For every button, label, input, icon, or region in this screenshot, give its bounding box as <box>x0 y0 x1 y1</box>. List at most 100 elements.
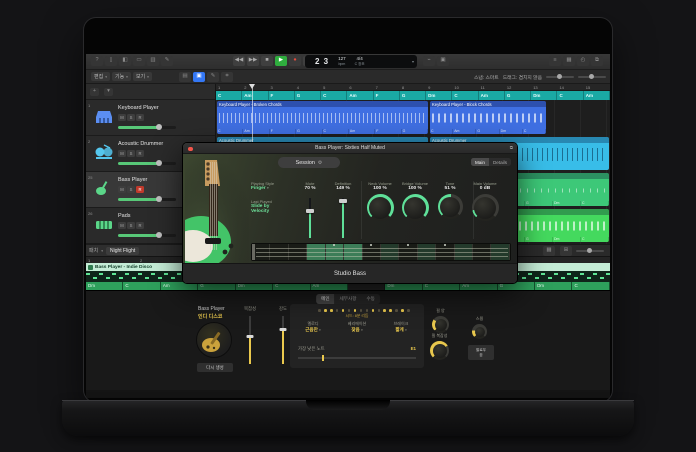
chord-cell[interactable]: C <box>321 91 347 100</box>
lowest-note-value[interactable]: E1 <box>411 346 416 352</box>
regenerate-button[interactable]: 다시 생성 <box>197 363 233 372</box>
fret-cell[interactable] <box>363 244 381 260</box>
smart-controls-icon[interactable]: ▭ <box>133 56 145 66</box>
pattern-dot[interactable] <box>330 309 333 312</box>
v-zoom-slider[interactable] <box>578 76 606 78</box>
drag-menu[interactable]: 드래그: 겹치지 않음 <box>503 74 542 81</box>
bass-player-plugin-window[interactable]: Bass Player: Sixties Half Muted ⧉ Sessio… <box>183 143 517 283</box>
region-keyboard-broken-chords[interactable]: Keyboard Player - Broken Chords CAmFGCAm… <box>217 101 428 134</box>
editor-chord-cell[interactable]: Dm <box>236 282 273 290</box>
stop-button[interactable]: ■ <box>261 56 273 66</box>
plugin-title-bar[interactable]: Bass Player: Sixties Half Muted ⧉ <box>183 143 517 154</box>
editor-chord-cell[interactable]: · <box>348 282 385 290</box>
browser-icon[interactable]: ⧉ <box>591 56 603 66</box>
list-editors-icon[interactable]: ≡ <box>549 56 561 66</box>
chord-cell[interactable]: Dm <box>531 91 557 100</box>
r-button[interactable]: R <box>136 114 144 121</box>
fret-cell[interactable] <box>491 244 509 260</box>
editor-chord-cell[interactable]: G <box>498 282 535 290</box>
editor-chord-cell[interactable]: C <box>572 282 609 290</box>
tuner-icon[interactable]: ⌁ <box>423 56 435 66</box>
s-button[interactable]: S <box>127 150 135 157</box>
fret-cell[interactable] <box>418 244 436 260</box>
preset-menu[interactable]: Session ⚙ <box>278 157 340 168</box>
editor-chord-cell[interactable]: C <box>423 282 460 290</box>
volume-slider[interactable] <box>118 162 176 165</box>
editor-chord-cell[interactable]: G <box>198 282 235 290</box>
h-zoom-slider[interactable] <box>546 76 574 78</box>
m-button[interactable]: M <box>118 150 126 157</box>
editor-grid-button[interactable]: ⊞ <box>560 246 572 256</box>
s-button[interactable]: S <box>127 186 135 193</box>
m-button[interactable]: M <box>118 186 126 193</box>
editor-chord-cell[interactable]: Dm <box>86 282 123 290</box>
plugin-slider-mute[interactable]: Mute70 % <box>295 181 325 241</box>
session-tab-0[interactable]: 메인 <box>316 294 334 304</box>
editor-chord-cell[interactable]: Am <box>161 282 198 290</box>
pattern-dot[interactable] <box>401 309 404 312</box>
play-button[interactable]: ▶ <box>275 56 287 66</box>
editor-view-menu[interactable]: ▦ <box>543 246 555 256</box>
pattern-dot[interactable] <box>372 309 375 312</box>
fret-cell[interactable] <box>455 244 473 260</box>
pattern-dot[interactable] <box>407 309 410 312</box>
editor-chord-cell[interactable]: Dm <box>385 282 422 290</box>
editor-chord-cell[interactable]: Am <box>460 282 497 290</box>
fret-cell[interactable] <box>436 244 454 260</box>
fret-cell[interactable] <box>270 244 288 260</box>
library-icon[interactable]: ▯ <box>105 56 117 66</box>
plugin-knob-main-volume[interactable]: Main Volume0 dB <box>465 181 505 221</box>
pattern-dots[interactable] <box>318 308 410 313</box>
chord-cell[interactable]: Am <box>347 91 373 100</box>
editor-chord-cell[interactable]: Dm <box>535 282 572 290</box>
forward-button[interactable]: ▶▶ <box>247 56 259 66</box>
fret-cell[interactable] <box>399 244 417 260</box>
quick-help-icon[interactable]: ? <box>91 56 103 66</box>
plugin-slider-definition[interactable]: Definition149 % <box>328 181 358 241</box>
plugin-knob-tone[interactable]: Tone51 % <box>430 181 470 219</box>
pattern-dot[interactable] <box>354 309 357 312</box>
session-menu-0[interactable]: 멜로디근음만 ▾ <box>291 321 335 333</box>
pattern-dot[interactable] <box>342 309 345 312</box>
plugin-knob-bridge-volume[interactable]: Bridge Volume100 % <box>395 181 435 221</box>
patch-name[interactable]: Night Flight <box>106 247 139 255</box>
session-slider-0[interactable]: 복잡성 <box>238 306 262 368</box>
volume-slider[interactable] <box>118 198 176 201</box>
pointer-tool-icon[interactable]: ▤ <box>179 72 191 82</box>
chord-cell[interactable]: G <box>295 91 321 100</box>
pattern-dot[interactable] <box>389 309 392 312</box>
pattern-dot[interactable] <box>378 309 381 312</box>
session-menu-1[interactable]: 베리에이션잦음 ▾ <box>335 321 379 333</box>
chord-cell[interactable]: Am <box>584 91 610 100</box>
r-button[interactable]: R <box>136 150 144 157</box>
s-button[interactable]: S <box>127 114 135 121</box>
pattern-dot[interactable] <box>366 309 369 312</box>
fret-cell[interactable] <box>307 244 325 260</box>
lcd-chevron-icon[interactable]: ▾ <box>412 59 414 64</box>
editor-chord-row[interactable]: DmCAmGDmCAm·DmCAmGDmC <box>86 282 610 290</box>
chord-cell[interactable]: G <box>505 91 531 100</box>
chord-cell[interactable]: F <box>374 91 400 100</box>
m-button[interactable]: M <box>118 114 126 121</box>
editor-chord-cell[interactable]: C <box>123 282 160 290</box>
region-view-icon[interactable]: ▣ <box>193 72 205 82</box>
fret-cell[interactable] <box>252 244 270 260</box>
chord-cell[interactable]: C <box>452 91 478 100</box>
link-icon[interactable]: ⧉ <box>510 145 513 150</box>
lcd-display[interactable]: 2 3 127 bpm 4/4 C 장조 ▾ <box>305 55 417 68</box>
menu-1[interactable]: 기능▾ <box>112 72 131 81</box>
chord-track[interactable]: CAmFGCAmFGDmCAmGDmCAm <box>216 91 610 100</box>
pattern-dot[interactable] <box>318 309 321 312</box>
playing-style-value[interactable]: Finger ▾ <box>251 186 299 191</box>
zoom-tool-icon[interactable]: ⌗ <box>221 72 233 82</box>
note-pads-icon[interactable]: ▦ <box>563 56 575 66</box>
snap-menu[interactable]: 스냅: 스마트 <box>474 74 499 81</box>
m-button[interactable]: M <box>118 222 126 229</box>
fret-cell[interactable] <box>344 244 362 260</box>
region-keyboard-block-chords[interactable]: Keyboard Player - Block Chords CAmGDmC <box>430 101 546 134</box>
s-button[interactable]: S <box>127 222 135 229</box>
menu-0[interactable]: 편집▾ <box>91 72 110 81</box>
count-in-icon[interactable]: ▣ <box>437 56 449 66</box>
close-button[interactable] <box>188 147 193 152</box>
menu-2[interactable]: 보기▾ <box>133 72 152 81</box>
